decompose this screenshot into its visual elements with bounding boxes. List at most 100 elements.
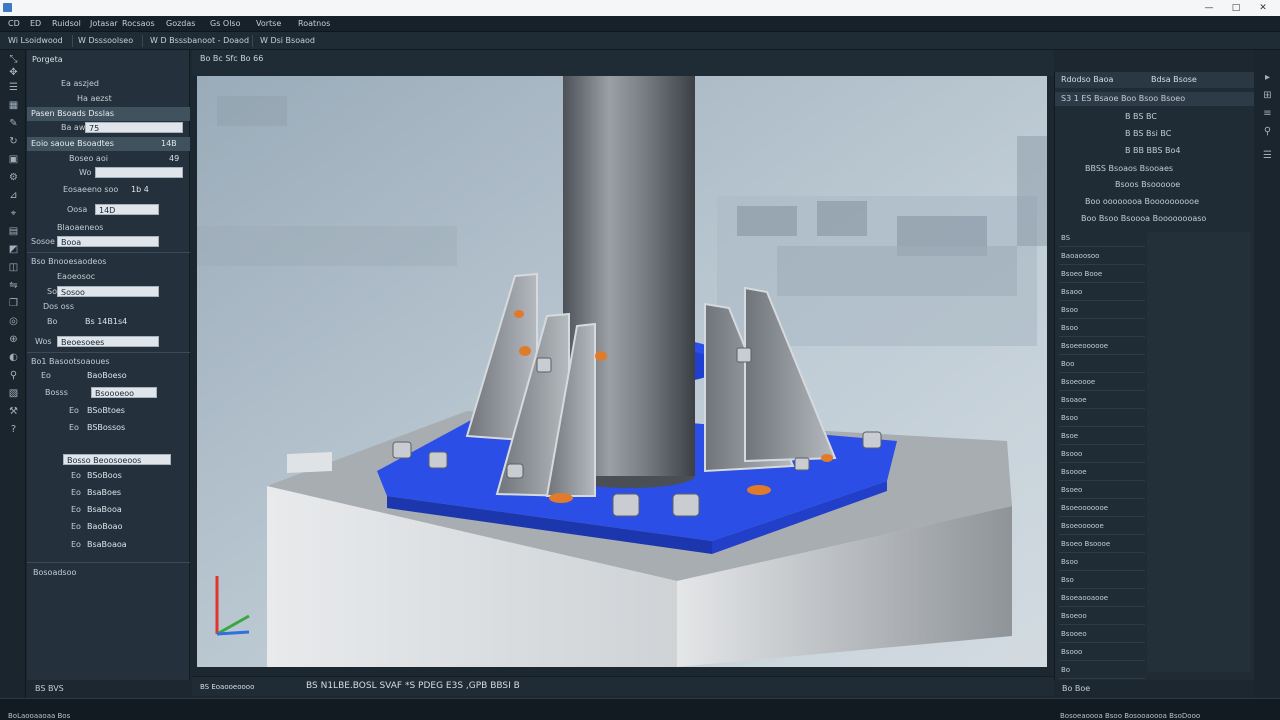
list-item[interactable]: Bsoeo Bsoooe xyxy=(1059,536,1145,553)
list-item[interactable]: Bsoo xyxy=(1059,320,1145,337)
maximize-button[interactable]: □ xyxy=(1226,1,1246,15)
list-item[interactable]: Bsoeoooe xyxy=(1059,374,1145,391)
list-item[interactable]: Bsoo xyxy=(1059,410,1145,427)
tab-objects[interactable]: Rdodso Baoa xyxy=(1061,75,1113,84)
property-value-field[interactable]: Sosoo xyxy=(57,286,159,297)
menu-item[interactable]: Ruidsol xyxy=(52,19,81,28)
plate-icon[interactable]: ▤ xyxy=(8,226,19,237)
layers-icon[interactable]: ☰ xyxy=(8,82,19,93)
list-icon[interactable]: ☰ xyxy=(1262,150,1273,161)
filter-icon[interactable]: ⚲ xyxy=(1262,126,1273,137)
property-row[interactable]: Eo BSoBoos xyxy=(27,469,190,483)
property-value-field[interactable]: Bsoooeoo xyxy=(91,387,157,398)
toolbar-item[interactable]: Wi Lsoidwood xyxy=(8,36,63,45)
property-row[interactable]: Bosso Beoosoeoos xyxy=(27,453,190,467)
section-header[interactable]: Bso Bnooesaodeos xyxy=(27,255,190,269)
tree-row[interactable]: BBSS Bsoaos Bsooaes xyxy=(1055,162,1255,176)
move-tool-icon[interactable]: ✥ xyxy=(8,67,19,78)
property-row[interactable]: Eo BsaBoaoa xyxy=(27,538,190,552)
render-icon[interactable]: ◐ xyxy=(8,352,19,363)
menu-item[interactable]: Gozdas xyxy=(166,19,195,28)
toolbar-item[interactable]: W Dsi Bsoaod xyxy=(260,36,315,45)
3d-viewport[interactable] xyxy=(197,76,1047,667)
pencil-icon[interactable]: ✎ xyxy=(8,118,19,129)
expand-icon[interactable]: ▸ xyxy=(1262,72,1273,83)
property-row[interactable]: Soo Sosoo xyxy=(27,285,190,299)
property-row[interactable]: Bo Bs 14B1s4 xyxy=(27,315,190,329)
bolt-icon[interactable]: ⚙ xyxy=(8,172,19,183)
list-item[interactable]: BS xyxy=(1059,230,1145,247)
tree-row[interactable]: S3 1 ES Bsaoe Boo Bsoo Bsoeo xyxy=(1055,92,1255,106)
list-item[interactable]: Bsoeooooooe xyxy=(1059,500,1145,517)
minimize-button[interactable]: — xyxy=(1199,1,1219,15)
property-row[interactable]: Eo BsaBooa xyxy=(27,503,190,517)
property-row[interactable]: Eo BaoBoao xyxy=(27,520,190,534)
property-row[interactable]: Dos oss xyxy=(27,300,190,314)
view-icon[interactable]: ◎ xyxy=(8,316,19,327)
list-item[interactable]: Boo xyxy=(1059,356,1145,373)
property-row[interactable]: Blaoaeneos xyxy=(27,221,190,235)
property-row[interactable]: Eaoeosoc xyxy=(27,270,190,284)
rotate-icon[interactable]: ↻ xyxy=(8,136,19,147)
list-item[interactable]: Bsooeo xyxy=(1059,626,1145,643)
section-icon[interactable]: ◫ xyxy=(8,262,19,273)
help-icon[interactable]: ? xyxy=(8,424,19,435)
property-value-field[interactable]: 75 xyxy=(85,122,183,133)
select-tool-icon[interactable]: ⤡ xyxy=(8,54,19,65)
property-value-field[interactable]: Bosso Beoosoeoos xyxy=(63,454,171,465)
property-row[interactable]: Bosoadsoo xyxy=(27,566,190,580)
property-row[interactable]: Wos Beoesoees xyxy=(27,335,190,349)
section-header[interactable]: Pasen Bsoads Dsslas xyxy=(27,107,190,121)
list-item[interactable]: Bsoeeoooooe xyxy=(1059,338,1145,355)
tree-row[interactable]: Bsoos Bsoooooe xyxy=(1055,178,1255,192)
settings-icon[interactable]: ⚒ xyxy=(8,406,19,417)
tree-row[interactable]: Boo Bsoo Bsoooa Boooooooaso xyxy=(1055,212,1255,226)
report-icon[interactable]: ▧ xyxy=(8,388,19,399)
list-item[interactable]: Bsoeo Booe xyxy=(1059,266,1145,283)
property-row[interactable]: Ba aw 75 xyxy=(27,121,190,135)
mirror-icon[interactable]: ⇋ xyxy=(8,280,19,291)
list-item[interactable]: Bsoe xyxy=(1059,428,1145,445)
list-item[interactable]: Bsoo xyxy=(1059,302,1145,319)
menu-item[interactable]: Jotasar xyxy=(90,19,118,28)
grid-icon[interactable]: ▦ xyxy=(8,100,19,111)
property-row[interactable]: Sosoe Booa xyxy=(27,235,190,249)
list-item[interactable]: Bsoeaooaooe xyxy=(1059,590,1145,607)
property-row[interactable]: Wo xyxy=(27,166,190,180)
property-value-field[interactable]: 14D xyxy=(95,204,159,215)
property-row[interactable]: Eo BaoBoeso xyxy=(27,369,190,383)
menu-item[interactable]: Rocsaos xyxy=(122,19,155,28)
section-header[interactable]: Bo1 Basootsoaoues xyxy=(27,355,190,369)
list-item[interactable]: Bo xyxy=(1059,662,1145,679)
weld-icon[interactable]: ◩ xyxy=(8,244,19,255)
menu-item[interactable]: Gs Olso xyxy=(210,19,241,28)
filter-icon[interactable]: ⚲ xyxy=(8,370,19,381)
list-item[interactable]: Bsooo xyxy=(1059,446,1145,463)
list-item[interactable]: Bsaoo xyxy=(1059,284,1145,301)
property-row[interactable]: Boseo aoi 49 xyxy=(27,152,190,166)
measure-icon[interactable]: ⊿ xyxy=(8,190,19,201)
stack-icon[interactable]: ≡ xyxy=(1262,108,1273,119)
toolbar-item[interactable]: W Dsssoolseo xyxy=(78,36,133,45)
list-item[interactable]: Bsooo xyxy=(1059,644,1145,661)
list-item[interactable]: Bsoooe xyxy=(1059,464,1145,481)
tab-details[interactable]: Bdsa Bsose xyxy=(1151,75,1197,84)
property-row[interactable]: Bosss Bsoooeoo xyxy=(27,386,190,400)
tree-row[interactable]: B BS BC xyxy=(1055,110,1255,124)
cube-icon[interactable]: ▣ xyxy=(8,154,19,165)
tree-row[interactable]: B BS Bsi BC xyxy=(1055,127,1255,141)
property-row[interactable]: Eosaeeno soo 1b 4 xyxy=(27,183,190,197)
zoom-icon[interactable]: ⊕ xyxy=(8,334,19,345)
menu-item[interactable]: Vortse xyxy=(256,19,281,28)
copy-icon[interactable]: ❐ xyxy=(8,298,19,309)
tree-row[interactable]: Boo oooooooa Boooooooooe xyxy=(1055,195,1255,209)
snap-icon[interactable]: ⌖ xyxy=(8,208,19,219)
menu-item[interactable]: CD xyxy=(8,19,20,28)
section-header[interactable]: Eoio saoue Bsoadtes 14B xyxy=(27,137,190,151)
property-value-field[interactable]: Booa xyxy=(57,236,159,247)
pin-icon[interactable]: ⊞ xyxy=(1262,90,1273,101)
list-item[interactable]: Bsoo xyxy=(1059,554,1145,571)
property-value-field[interactable] xyxy=(95,167,183,178)
tree-row[interactable]: B BB BBS Bo4 xyxy=(1055,144,1255,158)
list-item[interactable]: Bsoeoo xyxy=(1059,608,1145,625)
